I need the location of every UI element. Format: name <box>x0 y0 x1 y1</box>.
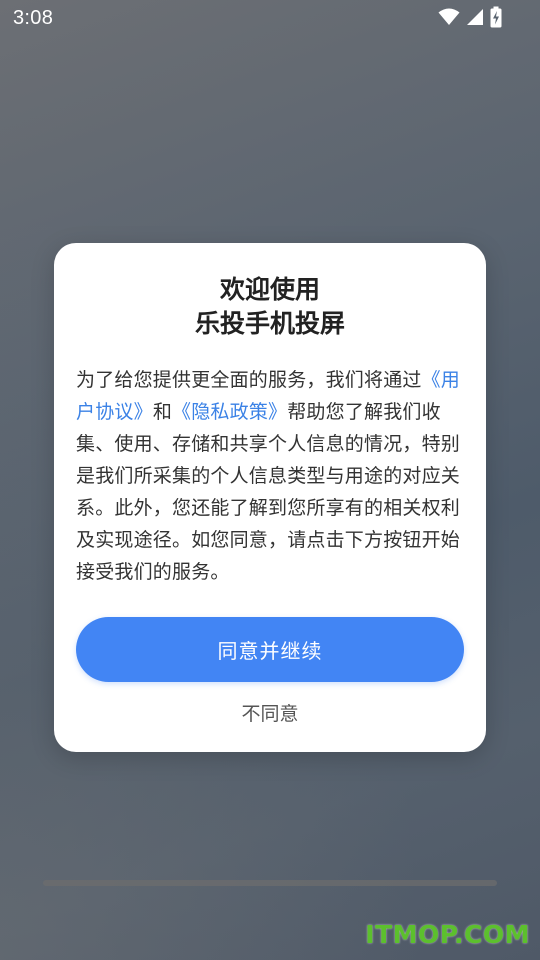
privacy-policy-link[interactable]: 《隐私政策》 <box>172 401 287 423</box>
status-icons <box>438 6 502 28</box>
dialog-body-text: 为了给您提供更全面的服务，我们将通过《用户协议》和《隐私政策》帮助您了解我们收集… <box>76 364 468 588</box>
wifi-icon <box>438 8 460 26</box>
dialog-title-line2: 乐投手机投屏 <box>194 309 345 338</box>
body-text-details: 帮助您了解我们收集、使用、存储和共享个人信息的情况，特别是我们所采集的个人信息类… <box>76 401 461 583</box>
cellular-signal-icon <box>466 8 484 26</box>
watermark-text: ITMOP.COM <box>365 920 530 949</box>
privacy-consent-dialog: 欢迎使用 乐投手机投屏 为了给您提供更全面的服务，我们将通过《用户协议》和《隐私… <box>54 243 486 752</box>
battery-charging-icon <box>490 6 502 28</box>
disagree-button[interactable]: 不同意 <box>200 695 340 729</box>
body-text-intro: 为了给您提供更全面的服务，我们将通过 <box>76 369 422 391</box>
status-bar: 3:08 <box>0 0 540 36</box>
agree-and-continue-button[interactable]: 同意并继续 <box>76 617 464 682</box>
dialog-title: 欢迎使用 乐投手机投屏 <box>54 273 486 341</box>
gesture-navigation-bar[interactable] <box>43 880 497 886</box>
status-time: 3:08 <box>13 7 54 29</box>
body-text-conjunction: 和 <box>152 401 173 423</box>
dialog-title-line1: 欢迎使用 <box>219 275 320 304</box>
